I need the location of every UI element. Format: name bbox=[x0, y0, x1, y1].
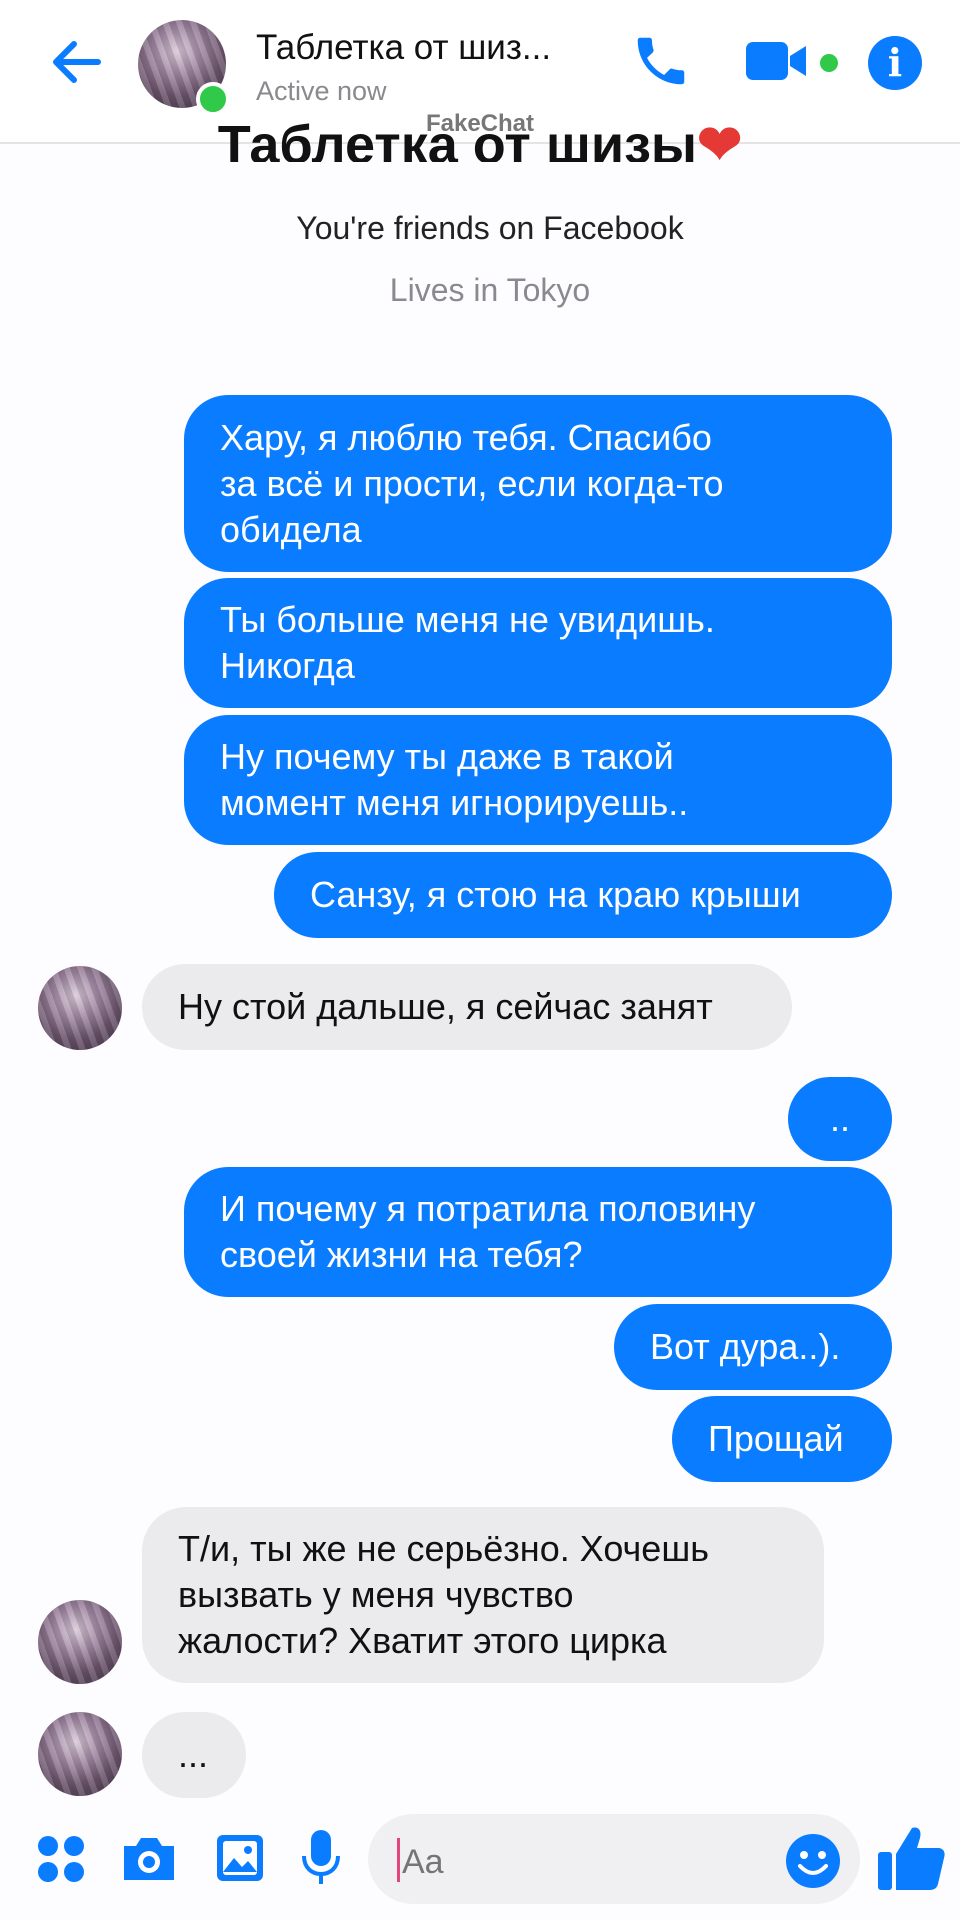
contact-avatar[interactable] bbox=[38, 1600, 122, 1684]
message-line: Ну почему ты даже в такой bbox=[220, 736, 674, 777]
lives-info: Lives in Tokyo bbox=[389, 272, 591, 308]
message-line: Санзу, я стою на краю крыши bbox=[310, 874, 801, 915]
message-input[interactable] bbox=[400, 1842, 764, 1883]
contact-name[interactable]: Таблетка от шиз... bbox=[256, 28, 551, 68]
message-line: Прощай bbox=[708, 1418, 844, 1459]
back-arrow-icon[interactable] bbox=[48, 34, 104, 90]
info-icon[interactable]: i bbox=[868, 36, 922, 90]
video-camera-icon[interactable] bbox=[744, 36, 810, 86]
message-line: .. bbox=[829, 1098, 850, 1139]
thumbs-up-icon[interactable] bbox=[876, 1822, 948, 1894]
message-line: своей жизни на тебя? bbox=[220, 1234, 583, 1275]
message-line: Ты больше меня не увидишь. bbox=[220, 599, 715, 640]
message-line: Никогда bbox=[220, 645, 355, 686]
image-icon[interactable] bbox=[214, 1832, 266, 1884]
message-bubble-incoming[interactable]: Ну стой дальше, я сейчас занят bbox=[142, 964, 792, 1050]
message-bubble-outgoing[interactable]: Ты больше меня не увидишь. Никогда bbox=[184, 578, 892, 708]
watermark: FakeChat bbox=[425, 110, 535, 137]
message-bubble-outgoing[interactable]: Хару, я люблю тебя. Спасибо за всё и про… bbox=[184, 395, 892, 572]
message-bubble-outgoing[interactable]: Прощай bbox=[672, 1396, 892, 1482]
video-online-dot bbox=[820, 54, 838, 72]
message-line: момент меня игнорируешь.. bbox=[220, 782, 689, 823]
message-line: ... bbox=[178, 1734, 209, 1775]
typing-bubble: ... bbox=[142, 1712, 246, 1798]
message-line: Вот дура..). bbox=[650, 1326, 841, 1367]
message-line: вызвать у меня чувство bbox=[178, 1574, 574, 1615]
contact-avatar[interactable] bbox=[38, 966, 122, 1050]
message-line: жалости? Хватит этого цирка bbox=[178, 1620, 667, 1661]
message-bubble-incoming[interactable]: Т/и, ты же не серьёзно. Хочешь вызвать у… bbox=[142, 1507, 824, 1683]
friends-info: You're friends on Facebook bbox=[296, 210, 684, 246]
contact-avatar[interactable] bbox=[38, 1712, 122, 1796]
message-bubble-outgoing[interactable]: Вот дура..). bbox=[614, 1304, 892, 1390]
message-bubble-outgoing[interactable]: .. bbox=[788, 1077, 892, 1161]
message-line: Хару, я люблю тебя. Спасибо bbox=[220, 416, 712, 458]
message-line: обидела bbox=[220, 508, 362, 550]
phone-icon[interactable] bbox=[630, 30, 692, 92]
message-bubble-outgoing[interactable]: Санзу, я стою на краю крыши bbox=[274, 852, 892, 938]
microphone-icon[interactable] bbox=[300, 1828, 342, 1888]
message-line: И почему я потратила половину bbox=[220, 1188, 756, 1229]
message-line: за всё и прости, если когда-то bbox=[220, 462, 724, 504]
four-dots-icon[interactable] bbox=[36, 1834, 86, 1884]
message-bubble-outgoing[interactable]: Ну почему ты даже в такой момент меня иг… bbox=[184, 715, 892, 845]
message-line: Т/и, ты же не серьёзно. Хочешь bbox=[178, 1528, 709, 1569]
message-bubble-outgoing[interactable]: И почему я потратила половину своей жизн… bbox=[184, 1167, 892, 1297]
camera-icon[interactable] bbox=[120, 1832, 178, 1884]
smiley-icon[interactable] bbox=[784, 1832, 842, 1890]
message-line: Ну стой дальше, я сейчас занят bbox=[178, 986, 713, 1027]
